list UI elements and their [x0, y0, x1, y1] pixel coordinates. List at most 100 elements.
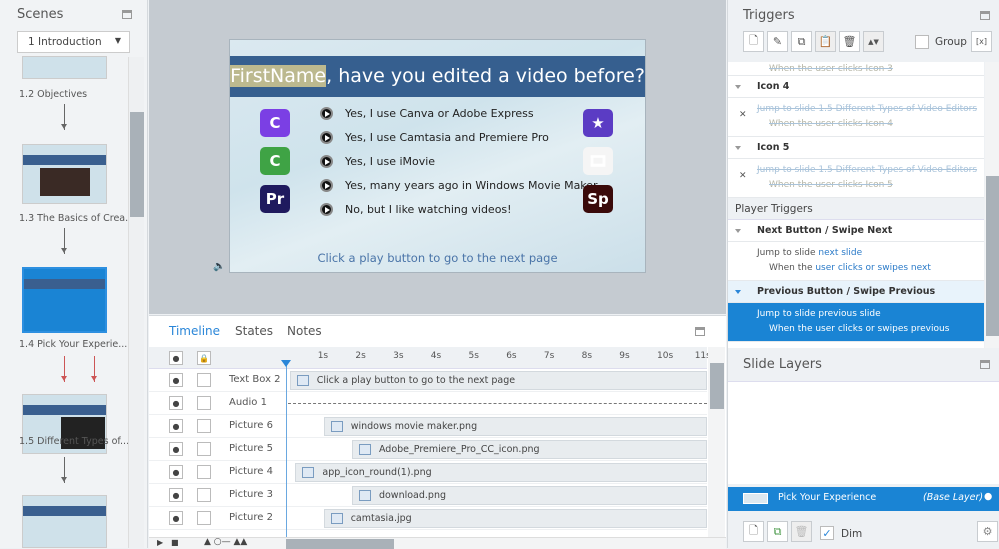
trigger-action[interactable]: ✕ Jump to slide 1.5 Different Types of Vi…	[728, 98, 984, 137]
float-panel-icon[interactable]	[980, 360, 990, 369]
copy-trigger-icon[interactable]: ⧉	[791, 31, 812, 52]
trigger-action[interactable]: When the user clicks Icon 3	[728, 62, 984, 76]
condition-link[interactable]: user clicks or swipes next	[815, 263, 931, 273]
slide-thumbnail[interactable]	[22, 56, 107, 79]
action-link[interactable]: next slide	[818, 248, 862, 258]
timeline-row[interactable]: ● Picture 3 download.png	[149, 484, 707, 507]
timeline-row[interactable]: ● Picture 2 camtasia.jpg	[149, 507, 707, 530]
lock-icon[interactable]: 🔒	[197, 351, 211, 365]
timeline-row[interactable]: ● Text Box 2 Click a play button to go to …	[149, 369, 707, 392]
scene-dropdown[interactable]: 1 Introduction ▼	[17, 31, 130, 53]
eye-icon[interactable]: ●	[984, 491, 992, 502]
float-panel-icon[interactable]	[695, 327, 705, 336]
delete-trigger-icon[interactable]: 🗑	[839, 31, 860, 52]
disabled-trigger-icon: ✕	[739, 110, 747, 120]
eye-icon[interactable]: ●	[169, 511, 183, 525]
eye-icon[interactable]: ●	[169, 351, 183, 365]
zoom-slider[interactable]: ▲ ○— ▲▲	[204, 537, 247, 547]
timeline-bar[interactable]: windows movie maker.png	[323, 417, 707, 436]
answer-option[interactable]: Yes, I use Canva or Adobe Express	[320, 107, 534, 120]
slide-thumbnail-selected[interactable]	[22, 267, 107, 333]
row-label: Picture 4	[229, 466, 273, 477]
stop-icon[interactable]: ■	[171, 538, 179, 547]
timeline-row[interactable]: ● Audio 1	[149, 392, 707, 415]
slide-thumbnail[interactable]	[22, 495, 107, 548]
play-button-icon[interactable]	[320, 107, 333, 120]
trigger-action[interactable]: Jump to slide previous slide When the use…	[728, 303, 984, 342]
timeline-bar[interactable]: Adobe_Premiere_Pro_CC_icon.png	[351, 440, 707, 459]
lock-checkbox[interactable]	[197, 511, 211, 525]
delete-layer-icon[interactable]: 🗑	[791, 521, 812, 542]
layer-thumbnail	[743, 493, 768, 504]
new-trigger-icon[interactable]: 🗋	[743, 31, 764, 52]
duplicate-layer-icon[interactable]: ⧉	[767, 521, 788, 542]
trigger-group-header[interactable]: Next Button / Swipe Next	[728, 220, 984, 242]
timeline-row[interactable]: ● Picture 4 app_icon_round(1).png	[149, 461, 707, 484]
slide-thumbnail[interactable]	[22, 144, 107, 204]
move-trigger-updown-icon[interactable]: ▲▼	[863, 31, 884, 52]
tab-notes[interactable]: Notes	[287, 324, 322, 338]
play-button-icon[interactable]	[320, 155, 333, 168]
timeline-row[interactable]: ● Picture 5 Adobe_Premiere_Pro_CC_icon.png	[149, 438, 707, 461]
float-panel-icon[interactable]	[980, 11, 990, 20]
timeline-bar[interactable]: Click a play button to go to the next pa…	[289, 371, 707, 390]
slide-title[interactable]: FirstName, have you edited a video befor…	[230, 56, 645, 97]
float-panel-icon[interactable]	[122, 10, 132, 19]
timeline-bar[interactable]: download.png	[351, 486, 707, 505]
condition-link[interactable]: user clicks or swipes previous	[815, 324, 949, 334]
lock-checkbox[interactable]	[197, 396, 211, 410]
timeline-scrollbar[interactable]	[708, 347, 725, 537]
eye-icon[interactable]: ●	[169, 465, 183, 479]
speaker-icon[interactable]: 🔈	[213, 261, 225, 272]
timeline-header: ● 🔒 1s 2s 3s 4s 5s 6s 7s 8s 9s 10s 11s	[149, 347, 711, 369]
play-icon[interactable]: ▶	[157, 538, 163, 547]
lock-checkbox[interactable]	[197, 488, 211, 502]
slide-footer-text[interactable]: Click a play button to go to the next pa…	[230, 251, 645, 265]
eye-icon[interactable]: ●	[169, 488, 183, 502]
scenes-scrollbar[interactable]	[128, 57, 144, 548]
play-button-icon[interactable]	[320, 131, 333, 144]
ruler-tick-label: 9s	[619, 351, 630, 361]
eye-icon[interactable]: ●	[169, 396, 183, 410]
ruler-tick-label: 3s	[393, 351, 404, 361]
action-link[interactable]: previous slide	[818, 309, 880, 319]
tab-timeline[interactable]: Timeline	[169, 324, 220, 338]
lock-checkbox[interactable]	[197, 465, 211, 479]
trigger-group-header[interactable]: Icon 4	[728, 76, 984, 98]
trigger-group-header[interactable]: Previous Button / Swipe Previous	[728, 281, 984, 303]
lock-checkbox[interactable]	[197, 442, 211, 456]
answer-option[interactable]: Yes, I use Camtasia and Premiere Pro	[320, 131, 549, 144]
dim-checkbox[interactable]: ✓	[820, 526, 834, 540]
paste-trigger-icon[interactable]: 📋	[815, 31, 836, 52]
timeline-bar[interactable]: app_icon_round(1).png	[295, 463, 707, 482]
eye-icon[interactable]: ●	[169, 373, 183, 387]
eye-icon[interactable]: ●	[169, 442, 183, 456]
group-checkbox[interactable]	[915, 35, 929, 49]
answer-option[interactable]: Yes, I use iMovie	[320, 155, 435, 168]
variables-icon[interactable]: [x]	[971, 31, 992, 52]
eye-icon[interactable]: ●	[169, 419, 183, 433]
trigger-action[interactable]: Jump to slide next slide When the user cl…	[728, 242, 984, 281]
answer-option[interactable]: No, but I like watching videos!	[320, 203, 512, 216]
edit-trigger-icon[interactable]: ✎	[767, 31, 788, 52]
gear-icon[interactable]: ⚙	[977, 521, 998, 542]
option-text: Yes, many years ago in Windows Movie Mak…	[345, 179, 601, 192]
trigger-action[interactable]: ✕ Jump to slide 1.5 Different Types of Vi…	[728, 159, 984, 198]
text-box-icon	[296, 375, 309, 386]
new-layer-icon[interactable]: 🗋	[743, 521, 764, 542]
tab-states[interactable]: States	[235, 324, 273, 338]
ruler-tick-label: 1s	[317, 351, 329, 361]
timeline-bar[interactable]: camtasia.jpg	[323, 509, 707, 528]
triggers-scrollbar[interactable]	[985, 62, 999, 348]
slide-label: 1.5 Different Types of...	[19, 436, 130, 447]
image-icon	[358, 444, 371, 455]
lock-checkbox[interactable]	[197, 419, 211, 433]
play-button-icon[interactable]	[320, 203, 333, 216]
trigger-group-header[interactable]: Icon 5	[728, 137, 984, 159]
lock-checkbox[interactable]	[197, 373, 211, 387]
base-layer-row[interactable]: Pick Your Experience (Base Layer) ●	[728, 487, 999, 511]
answer-option[interactable]: Yes, many years ago in Windows Movie Mak…	[320, 179, 600, 192]
timeline-row[interactable]: ● Picture 6 windows movie maker.png	[149, 415, 707, 438]
playhead[interactable]	[281, 360, 291, 549]
play-button-icon[interactable]	[320, 179, 333, 192]
